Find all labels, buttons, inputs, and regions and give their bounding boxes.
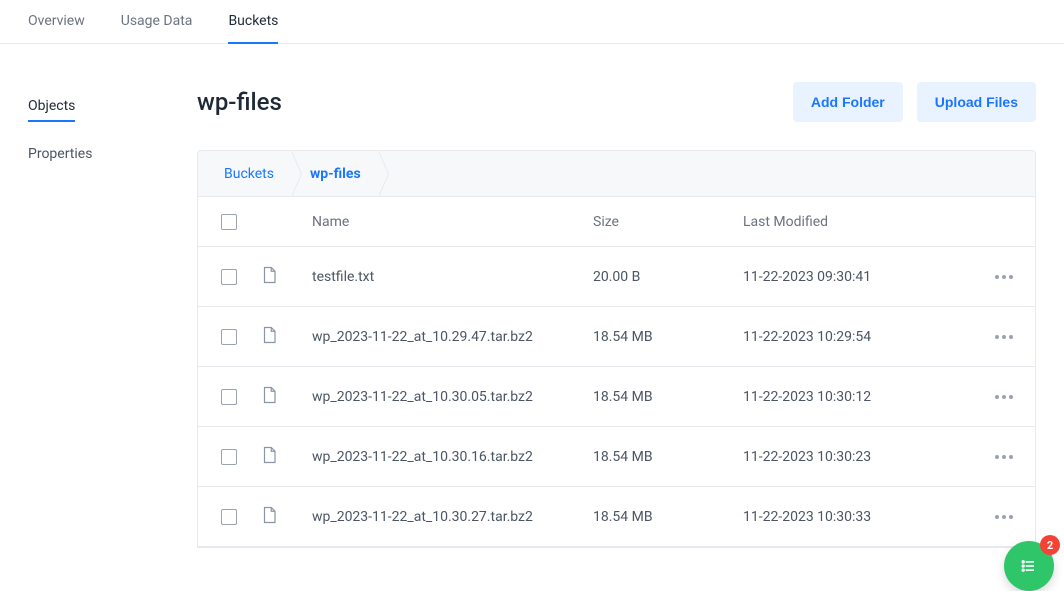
column-header-size[interactable]: Size <box>593 214 743 230</box>
file-modified: 11-22-2023 10:30:12 <box>743 389 973 405</box>
more-actions-icon[interactable] <box>989 509 1019 525</box>
column-header-last-modified[interactable]: Last Modified <box>743 214 973 230</box>
table-row[interactable]: wp_2023-11-22_at_10.29.47.tar.bz218.54 M… <box>198 307 1035 367</box>
file-name[interactable]: wp_2023-11-22_at_10.30.16.tar.bz2 <box>312 449 593 465</box>
list-icon <box>1019 556 1039 576</box>
row-checkbox[interactable] <box>221 449 237 465</box>
column-header-name[interactable]: Name <box>312 214 593 230</box>
table-row[interactable]: wp_2023-11-22_at_10.30.05.tar.bz218.54 M… <box>198 367 1035 427</box>
sidebar-item-properties[interactable]: Properties <box>28 136 92 172</box>
breadcrumb-item-buckets[interactable]: Buckets <box>206 151 292 197</box>
file-icon <box>260 324 278 346</box>
more-actions-icon[interactable] <box>989 389 1019 405</box>
side-nav: Objects Properties <box>0 44 197 548</box>
table-row[interactable]: testfile.txt20.00 B11-22-2023 09:30:41 <box>198 247 1035 307</box>
file-size: 18.54 MB <box>593 389 743 405</box>
select-all-checkbox[interactable] <box>221 214 237 230</box>
file-size: 20.00 B <box>593 269 743 285</box>
file-icon <box>260 504 278 526</box>
more-actions-icon[interactable] <box>989 269 1019 285</box>
tab-overview[interactable]: Overview <box>28 0 85 44</box>
upload-files-button[interactable]: Upload Files <box>917 82 1036 122</box>
file-modified: 11-22-2023 10:30:23 <box>743 449 973 465</box>
table-header: Name Size Last Modified <box>198 197 1035 247</box>
file-modified: 11-22-2023 09:30:41 <box>743 269 973 285</box>
file-name[interactable]: wp_2023-11-22_at_10.30.27.tar.bz2 <box>312 509 593 525</box>
file-name[interactable]: wp_2023-11-22_at_10.30.05.tar.bz2 <box>312 389 593 405</box>
sidebar-item-objects[interactable]: Objects <box>28 88 75 122</box>
file-size: 18.54 MB <box>593 509 743 525</box>
file-size: 18.54 MB <box>593 449 743 465</box>
file-name[interactable]: testfile.txt <box>312 269 593 285</box>
help-fab-button[interactable]: 2 <box>1004 541 1054 591</box>
file-icon <box>260 384 278 406</box>
tab-buckets[interactable]: Buckets <box>228 0 278 44</box>
file-modified: 11-22-2023 10:30:33 <box>743 509 973 525</box>
add-folder-button[interactable]: Add Folder <box>793 82 903 122</box>
row-checkbox[interactable] <box>221 389 237 405</box>
table-row[interactable]: wp_2023-11-22_at_10.30.27.tar.bz218.54 M… <box>198 487 1035 547</box>
tab-usage-data[interactable]: Usage Data <box>121 0 193 44</box>
file-size: 18.54 MB <box>593 329 743 345</box>
more-actions-icon[interactable] <box>989 329 1019 345</box>
row-checkbox[interactable] <box>221 269 237 285</box>
file-icon <box>260 264 278 286</box>
table-row[interactable]: wp_2023-11-22_at_10.30.16.tar.bz218.54 M… <box>198 427 1035 487</box>
file-modified: 11-22-2023 10:29:54 <box>743 329 973 345</box>
row-checkbox[interactable] <box>221 509 237 525</box>
file-icon <box>260 444 278 466</box>
breadcrumb-item-wp-files[interactable]: wp-files <box>292 151 379 197</box>
breadcrumb: Bucketswp-files <box>198 151 1035 197</box>
more-actions-icon[interactable] <box>989 449 1019 465</box>
row-checkbox[interactable] <box>221 329 237 345</box>
page-title: wp-files <box>197 88 282 116</box>
file-name[interactable]: wp_2023-11-22_at_10.29.47.tar.bz2 <box>312 329 593 345</box>
top-tabs: Overview Usage Data Buckets <box>0 0 1064 44</box>
fab-badge: 2 <box>1040 535 1060 555</box>
